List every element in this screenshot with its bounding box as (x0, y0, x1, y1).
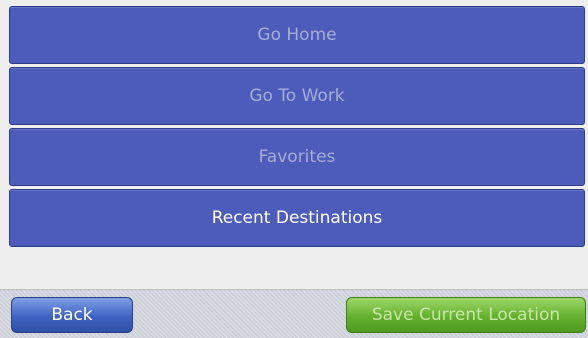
go-to-work-button[interactable]: Go To Work (9, 67, 585, 125)
recent-destinations-button[interactable]: Recent Destinations (9, 189, 585, 247)
favorites-button[interactable]: Favorites (9, 128, 585, 186)
save-current-location-button[interactable]: Save Current Location (346, 297, 586, 333)
bottom-toolbar: Back Save Current Location (0, 289, 588, 338)
navigation-screen: Go Home Go To Work Favorites Recent Dest… (0, 0, 588, 338)
go-home-button[interactable]: Go Home (9, 6, 585, 64)
back-button[interactable]: Back (11, 297, 133, 333)
destination-menu: Go Home Go To Work Favorites Recent Dest… (9, 6, 585, 250)
